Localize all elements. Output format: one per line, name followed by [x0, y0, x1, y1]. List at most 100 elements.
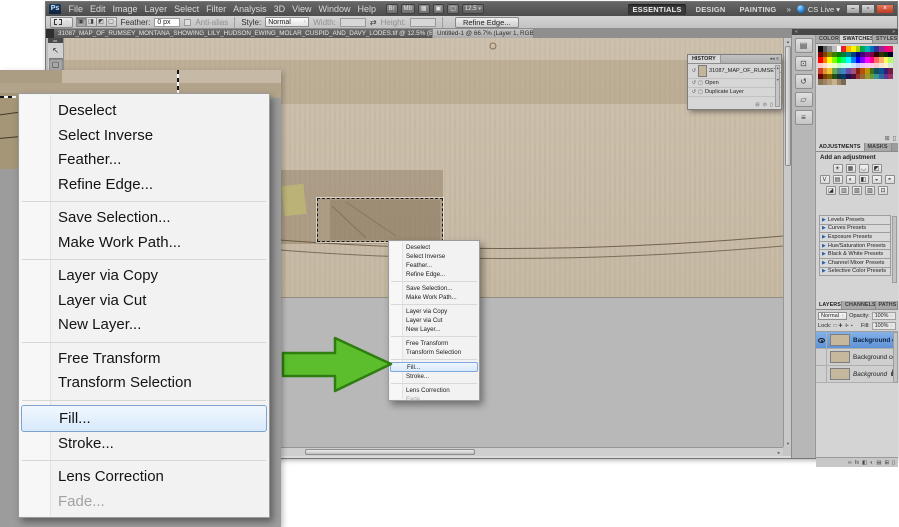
window-control-button[interactable]: – — [846, 4, 860, 14]
history-state-row[interactable]: ↺ ▢ 31087_MAP_OF_RUMSEY_... — [688, 64, 781, 79]
workspace-button[interactable]: ESSENTIALS — [628, 4, 685, 15]
layer-row[interactable]: Background copy — [816, 349, 898, 366]
adjustment-icon[interactable]: ▦ — [846, 164, 856, 173]
layers-scrollbar[interactable] — [893, 332, 898, 383]
menu-item[interactable]: Feather... — [389, 261, 479, 270]
appbar-tool-icon[interactable]: ▦ — [418, 4, 430, 14]
intersect-selection-mode-button[interactable]: ▢ — [106, 17, 117, 27]
menu-item[interactable]: Make Work Path... — [389, 293, 479, 302]
appbar-tool-icon[interactable]: ▣ — [433, 4, 445, 14]
menu-item[interactable]: Feather... — [19, 148, 269, 173]
layers-footer-icon[interactable]: ◐ — [870, 460, 873, 466]
lock-option-icon[interactable]: ✛ — [845, 323, 849, 329]
visibility-cell[interactable] — [816, 349, 827, 366]
lock-option-icon[interactable]: ✚ — [838, 323, 842, 329]
refine-edge-button[interactable]: Refine Edge... — [455, 17, 519, 28]
menu-item[interactable]: Refine Edge... — [19, 173, 269, 198]
adjustment-icon[interactable]: ◡ — [859, 164, 869, 173]
history-footer-icon[interactable]: ⊟ — [755, 102, 759, 108]
document-tab-active[interactable]: 31087_MAP_OF_RUMSEY_MONTANA_SHOWING_LILY… — [54, 29, 432, 38]
adjustment-icon[interactable]: V — [820, 175, 830, 184]
window-control-button[interactable]: ▫ — [861, 4, 875, 14]
adjustment-icon[interactable]: ▨ — [865, 186, 875, 195]
panel-tab[interactable]: LAYERS — [816, 301, 842, 309]
menu-item[interactable]: Lens Correction — [389, 386, 479, 395]
window-control-button[interactable]: × — [876, 4, 894, 14]
layers-footer-icon[interactable]: fx — [855, 460, 859, 466]
tool-button[interactable]: ↖ — [49, 44, 63, 57]
width-input[interactable] — [340, 18, 366, 27]
adjustment-icon[interactable]: ◓ — [885, 175, 895, 184]
menu-item[interactable]: Free Transform — [389, 339, 479, 348]
vertical-scrollbar[interactable]: ▲ ▼ — [783, 38, 791, 447]
workspace-button[interactable]: PAINTING — [736, 4, 781, 15]
adjustment-icon[interactable]: ▥ — [839, 186, 849, 195]
history-footer-icon[interactable]: ▯ — [770, 102, 773, 108]
scroll-right-icon[interactable]: ► — [775, 449, 783, 456]
fill-value[interactable]: 100% ▸ — [872, 322, 896, 330]
menubar-item[interactable]: Help — [354, 2, 380, 16]
swap-dimensions-icon[interactable]: ⇄ — [370, 18, 377, 27]
layers-footer-icon[interactable]: ◧ — [862, 460, 867, 466]
menu-item[interactable]: New Layer... — [389, 325, 479, 334]
menu-item[interactable]: Select Inverse — [389, 252, 479, 261]
collapsed-panel-icon[interactable]: ↺ — [795, 74, 813, 89]
menu-item[interactable]: Deselect — [389, 243, 479, 252]
opacity-value[interactable]: 100% ▸ — [872, 312, 896, 320]
history-state-row[interactable]: ↺ ▢ Duplicate Layer — [688, 88, 781, 97]
menu-item[interactable]: Refine Edge... — [389, 270, 479, 279]
menu-item[interactable]: Layer via Copy — [19, 264, 269, 289]
menu-item[interactable]: Fade... — [19, 490, 269, 515]
adjustment-icon[interactable]: ▤ — [833, 175, 843, 184]
menu-item[interactable]: New Layer... — [19, 313, 269, 338]
preset-row[interactable]: ▶ Selective Color Presets — [819, 267, 891, 277]
photoshop-logo-icon[interactable]: Ps — [49, 4, 61, 14]
panel-tab[interactable]: SWATCHES — [840, 35, 873, 43]
menubar-item[interactable]: Window — [315, 2, 354, 16]
menu-item[interactable]: Stroke... — [19, 432, 269, 457]
appbar-tool-icon[interactable]: Mb — [401, 4, 415, 14]
height-input[interactable] — [410, 18, 436, 27]
adjustment-icon[interactable]: ◒ — [872, 175, 882, 184]
panel-tab[interactable]: ADJUSTMENTS — [816, 143, 865, 151]
blend-mode-select[interactable]: Normal ▾ — [818, 312, 847, 320]
menu-item[interactable]: Save Selection... — [19, 206, 269, 231]
color-swatch[interactable] — [841, 79, 846, 85]
menu-item[interactable]: Select Inverse — [19, 124, 269, 149]
adjustment-icon[interactable]: ◐ — [846, 175, 856, 184]
menubar-item[interactable]: Edit — [87, 2, 110, 16]
style-select[interactable]: Normal ▾ — [265, 17, 309, 27]
collapsed-panel-icon[interactable]: ≡ — [795, 110, 813, 125]
zoom-level-button[interactable]: 12.5 ▾ — [462, 4, 484, 14]
menu-item[interactable]: Save Selection... — [389, 284, 479, 293]
menu-item[interactable]: Deselect — [19, 99, 269, 124]
collapsed-panel-icon[interactable]: ▱ — [795, 92, 813, 107]
appbar-tool-icon[interactable]: ▢ — [447, 4, 459, 14]
history-brush-icon[interactable]: ↺ — [690, 80, 698, 86]
color-swatch[interactable] — [888, 74, 893, 80]
history-brush-icon[interactable]: ↺ — [690, 89, 698, 95]
layer-row[interactable]: Background copy 2 — [816, 332, 898, 349]
workspace-overflow-icon[interactable]: » — [786, 5, 790, 14]
history-header-icons[interactable]: ◂◂ ≡ — [770, 55, 781, 63]
anti-alias-checkbox[interactable] — [184, 19, 191, 26]
menubar-item[interactable]: Image — [109, 2, 141, 16]
menubar-item[interactable]: File — [65, 2, 87, 16]
menu-item[interactable]: Make Work Path... — [19, 231, 269, 256]
menu-item[interactable]: Fade... — [389, 395, 479, 404]
panel-tab[interactable]: MASKS — [865, 143, 892, 151]
adjustment-icon[interactable]: ▧ — [852, 186, 862, 195]
current-tool-preset[interactable]: ▾ — [50, 17, 73, 28]
menu-item[interactable]: Lens Correction — [19, 465, 269, 490]
layers-footer-icon[interactable]: ▯ — [892, 460, 895, 466]
menu-item[interactable]: Transform Selection — [389, 348, 479, 357]
menubar-item[interactable]: Select — [171, 2, 203, 16]
menu-item[interactable]: Layer via Cut — [19, 289, 269, 314]
presets-scrollbar[interactable] — [892, 216, 897, 283]
adjustment-icon[interactable]: ◧ — [859, 175, 869, 184]
layers-footer-icon[interactable]: ∞ — [848, 460, 852, 466]
panel-tab[interactable]: STYLES — [873, 35, 898, 43]
adjustment-icon[interactable]: ◩ — [872, 164, 882, 173]
feather-input[interactable]: 0 px — [154, 18, 180, 27]
document-tab-inactive[interactable]: Untitled-1 @ 66.7% (Layer 1, RGB/8) * × — [432, 29, 534, 38]
